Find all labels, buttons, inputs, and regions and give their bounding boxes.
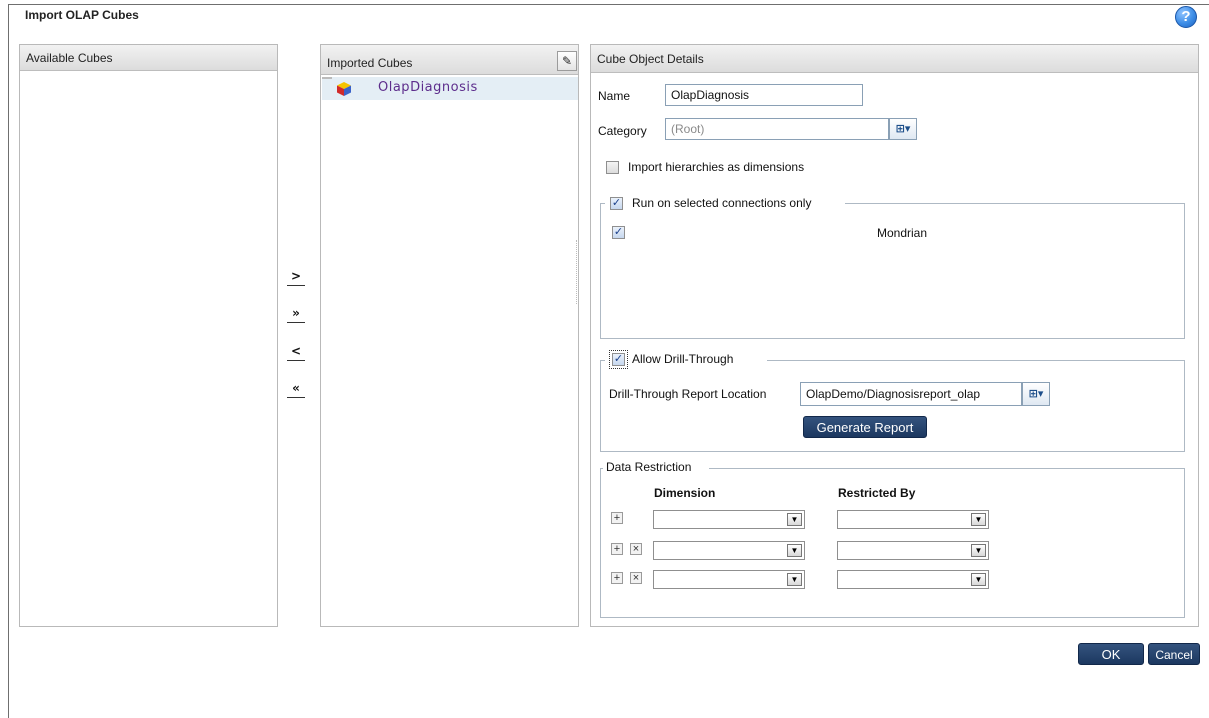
- category-tree-button[interactable]: ⊞▾: [889, 118, 917, 140]
- chevron-down-icon: ▼: [787, 513, 802, 526]
- generate-report-button[interactable]: Generate Report: [803, 416, 927, 438]
- cancel-button[interactable]: Cancel: [1148, 643, 1200, 665]
- category-field[interactable]: (Root): [665, 118, 889, 140]
- restricted-by-header: Restricted By: [838, 486, 916, 500]
- import-hierarchies-checkbox[interactable]: [606, 161, 619, 174]
- data-restriction-legend: Data Restriction: [603, 460, 709, 478]
- chevron-down-icon: ▼: [971, 573, 986, 586]
- drill-through-tree-button[interactable]: ⊞▾: [1022, 382, 1050, 406]
- chevron-down-icon: ▼: [787, 573, 802, 586]
- add-row-icon[interactable]: +: [611, 512, 623, 524]
- drill-through-location-field[interactable]: OlapDemo/Diagnosisreport_olap: [800, 382, 1022, 406]
- panel-splitter[interactable]: [576, 240, 578, 304]
- imported-cubes-header: Imported Cubes: [321, 45, 578, 75]
- cube-details-header: Cube Object Details: [591, 45, 1198, 73]
- restricted-by-select[interactable]: ▼: [837, 541, 989, 560]
- chevron-down-icon: ▼: [787, 544, 802, 557]
- remove-selected-button[interactable]: <: [287, 343, 305, 361]
- chevron-down-icon: ▼: [971, 513, 986, 526]
- cube-icon: [337, 82, 351, 96]
- category-label: Category: [598, 124, 647, 138]
- list-item[interactable]: OlapDiagnosis: [322, 77, 578, 100]
- dimension-select[interactable]: ▼: [653, 541, 805, 560]
- name-field[interactable]: [665, 84, 863, 106]
- available-cubes-panel: Available Cubes: [19, 44, 278, 627]
- add-row-icon[interactable]: +: [611, 543, 623, 555]
- remove-row-icon[interactable]: ×: [630, 572, 642, 584]
- remove-row-icon[interactable]: ×: [630, 543, 642, 555]
- allow-drill-through-label: Allow Drill-Through: [632, 352, 734, 366]
- name-label: Name: [598, 89, 631, 103]
- help-icon[interactable]: ?: [1175, 6, 1197, 28]
- pencil-icon[interactable]: ✎: [557, 51, 577, 71]
- tree-connector: [322, 77, 332, 79]
- available-cubes-header: Available Cubes: [20, 45, 277, 71]
- restricted-by-select[interactable]: ▼: [837, 570, 989, 589]
- import-hierarchies-label: Import hierarchies as dimensions: [628, 160, 805, 174]
- remove-all-button[interactable]: «: [287, 380, 305, 398]
- dimension-header: Dimension: [654, 486, 716, 500]
- run-selected-checkbox[interactable]: ✓: [610, 197, 623, 210]
- connection-label-mondrian: Mondrian: [877, 226, 928, 240]
- imported-cubes-panel: Imported Cubes ✎ OlapDiagnosis: [320, 44, 579, 627]
- connections-group: [600, 203, 1185, 339]
- dimension-select[interactable]: ▼: [653, 510, 805, 529]
- dialog-title: Import OLAP Cubes: [25, 8, 139, 22]
- cube-item-label: OlapDiagnosis: [378, 80, 478, 95]
- allow-drill-through-checkbox[interactable]: ✓: [609, 350, 628, 369]
- chevron-down-icon: ▼: [971, 544, 986, 557]
- restricted-by-select[interactable]: ▼: [837, 510, 989, 529]
- ok-button[interactable]: OK: [1078, 643, 1144, 665]
- add-selected-button[interactable]: >: [287, 268, 305, 286]
- drill-through-location-label: Drill-Through Report Location: [609, 387, 767, 401]
- dimension-select[interactable]: ▼: [653, 570, 805, 589]
- add-all-button[interactable]: »: [287, 305, 305, 323]
- add-row-icon[interactable]: +: [611, 572, 623, 584]
- run-selected-label: Run on selected connections only: [632, 196, 812, 210]
- connection-checkbox-mondrian[interactable]: ✓: [612, 226, 625, 239]
